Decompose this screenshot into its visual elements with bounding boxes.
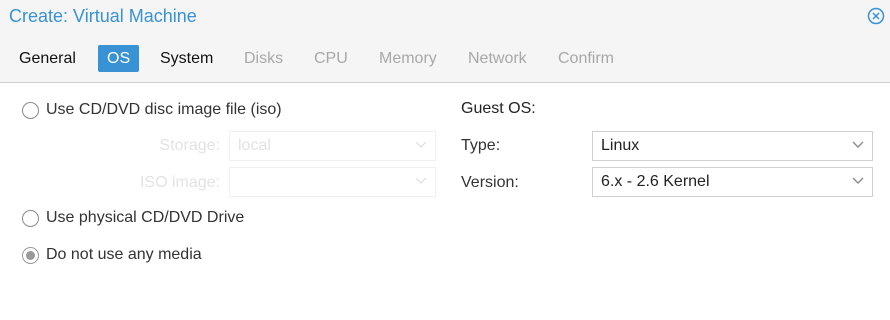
chevron-down-icon [415,141,427,148]
version-value: 6.x - 2.6 Kernel [601,173,710,190]
type-value: Linux [601,137,640,154]
physical-drive-radio[interactable] [22,209,39,227]
chevron-down-icon[interactable] [852,177,864,185]
tab-general[interactable]: General [10,45,85,72]
no-media-option[interactable]: Do not use any media [22,245,202,265]
physical-drive-label: Use physical CD/DVD Drive [46,209,245,226]
close-circle-icon[interactable] [867,7,885,25]
tab-os[interactable]: OS [98,45,140,72]
version-label: Version: [461,174,519,191]
tab-cpu: CPU [314,50,348,67]
window-title: Create: Virtual Machine [9,6,197,26]
chevron-down-icon[interactable] [852,141,864,149]
iso-option[interactable]: Use CD/DVD disc image file (iso) [22,100,282,120]
iso-option-label: Use CD/DVD disc image file (iso) [46,101,282,118]
tab-disks: Disks [244,50,284,67]
tab-system[interactable]: System [151,45,222,72]
no-media-label: Do not use any media [46,246,202,263]
guest-os-heading: Guest OS: [461,100,536,117]
type-select[interactable]: Linux [592,131,873,161]
no-media-radio[interactable] [22,246,39,264]
iso-image-select [229,167,436,197]
tab-confirm: Confirm [558,50,615,67]
iso-radio[interactable] [22,101,39,119]
tab-memory: Memory [379,50,437,67]
version-select[interactable]: 6.x - 2.6 Kernel [592,167,873,197]
window-header: Create: Virtual Machine General OS Syste… [0,0,890,83]
storage-label: Storage: [159,137,220,154]
tab-network: Network [468,50,527,67]
storage-value: local [238,137,271,154]
chevron-down-icon [415,177,427,184]
physical-drive-option[interactable]: Use physical CD/DVD Drive [22,208,244,228]
storage-select: local [229,131,436,161]
type-label: Type: [461,137,501,154]
iso-image-label: ISO image: [139,174,220,191]
